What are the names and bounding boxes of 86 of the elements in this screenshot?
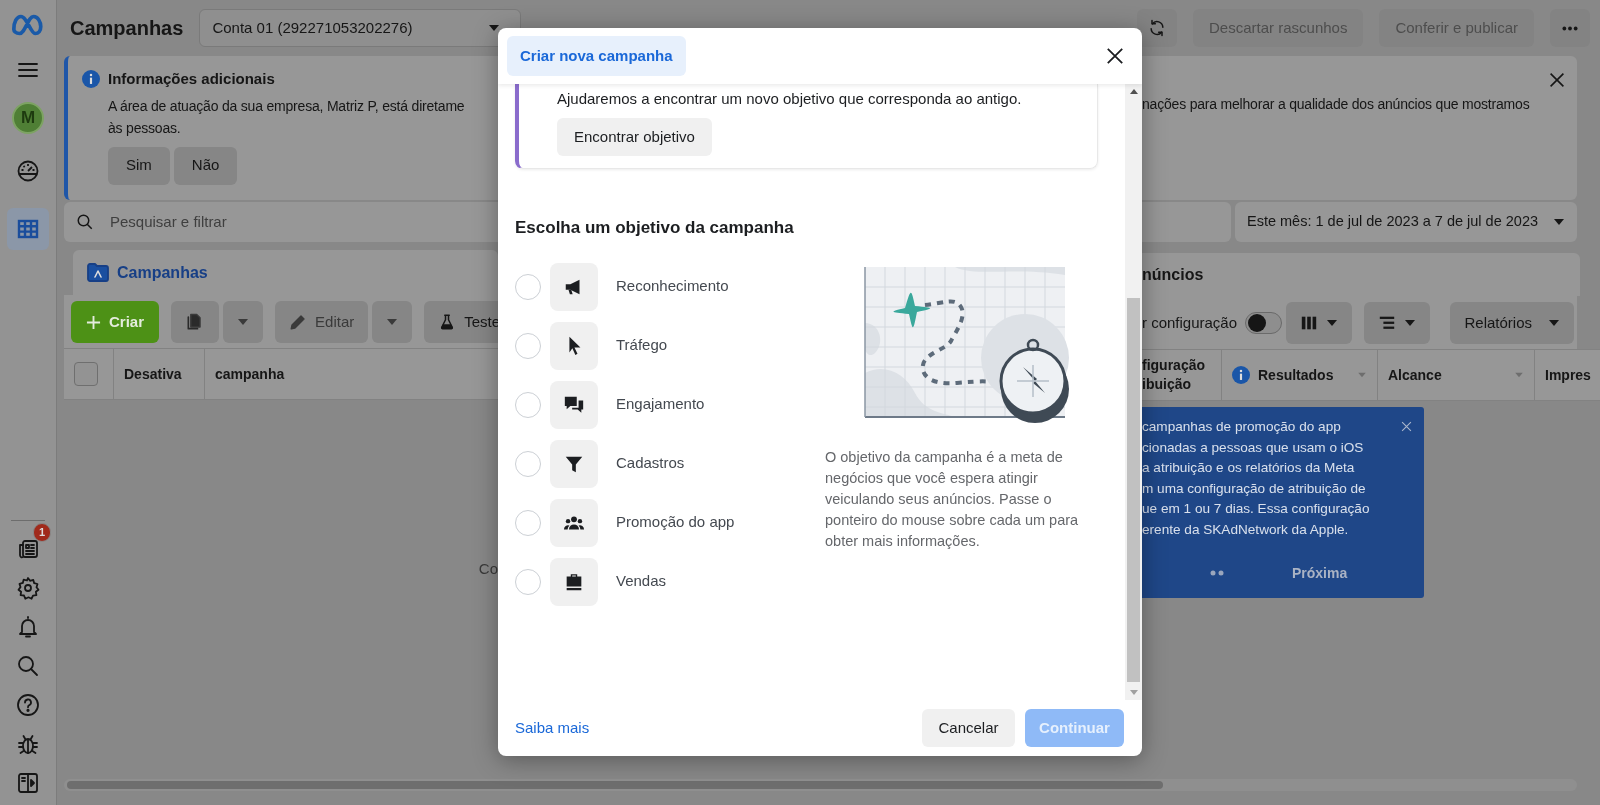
tooltip-text: campanhas de promoção do app cionadas a pessoas que usam o iOS a atribuição e os relatórios da Meta m uma configuração de atribuição de ue em 1 ou 7 dias. Essa configuração erente da SKAdNetwork da Apple. [1142,418,1370,539]
scroll-down-icon[interactable] [1129,690,1138,696]
close-icon[interactable] [1106,47,1124,65]
tab[interactable]: núncios [1142,253,1580,296]
pager-dots-icon [1210,570,1224,576]
caret-icon [488,24,501,32]
radio-button[interactable] [515,391,541,418]
more-icon [1562,25,1578,31]
search-field[interactable] [1142,202,1231,242]
columns-icon [1300,314,1319,332]
close-icon[interactable] [1549,72,1565,88]
select-all-checkbox[interactable] [74,362,98,386]
column-header[interactable]: Alcance [1388,365,1442,385]
megaphone-icon [550,262,598,311]
info-icon [82,70,100,88]
more-button[interactable] [1550,9,1590,47]
page-title: Campanhas [70,16,184,41]
folder-icon [87,263,109,282]
settings-icon[interactable] [16,575,40,600]
column-header[interactable]: Resultados [1258,365,1334,385]
radio-button[interactable] [515,332,541,359]
bell-icon[interactable] [16,614,40,639]
cursor-icon [550,321,598,370]
objective-option[interactable]: Engajamento [616,393,705,416]
dialog-title-tab[interactable]: Criar nova campanha [507,35,686,77]
search-field[interactable]: Pesquisar e filtrar [64,202,498,242]
breakdown-button[interactable] [1364,302,1431,344]
radio-button[interactable] [515,509,541,536]
plus-icon [86,314,101,330]
search-icon[interactable] [16,653,40,678]
side-panel-icon[interactable] [16,770,40,795]
empty-state-text: Co [478,559,498,579]
objective-option[interactable]: Reconhecimento [616,275,729,298]
help-icon[interactable] [16,692,40,717]
cancel-button[interactable]: Cancelar [922,709,1015,747]
objective-option[interactable]: Promoção do app [616,511,735,534]
objective-option[interactable]: Vendas [616,570,667,593]
duplicate-button[interactable] [171,301,220,343]
bag-icon [550,557,598,606]
objective-option[interactable]: Tráfego [616,334,668,357]
next-button[interactable]: Próxima [1286,561,1354,585]
section-heading: Escolha um objetivo da campanha [515,217,795,239]
banner-text: nações para melhorar a qualidade dos anúncios que mostramos [1142,95,1530,114]
create-button[interactable]: Criar [71,301,160,343]
table-icon[interactable] [7,208,49,250]
toggle-switch[interactable] [1245,312,1283,334]
banner-title: Informações adicionais [108,69,276,89]
learn-more-link[interactable]: Saiba mais [515,716,590,740]
horizontal-scrollbar[interactable] [64,779,1577,791]
caret-icon [386,318,399,326]
caret-icon [1326,319,1339,327]
radio-button[interactable] [515,273,541,300]
chat-icon [550,380,598,429]
columns-button[interactable] [1286,302,1353,344]
rows-icon [1378,314,1397,332]
tab[interactable]: Campanhas [73,250,498,295]
scroll-up-icon[interactable] [1129,88,1138,94]
setting-label: r configuração [1142,313,1238,333]
people-icon [550,498,598,547]
notification-count: 1 [32,523,51,542]
notice-text: Ajudaremos a encontrar um novo objetivo que corresponda ao antigo. [557,89,1023,109]
edit-button[interactable]: Editar [275,301,369,343]
caret-icon [1553,218,1565,226]
reports-button[interactable]: Relatórios [1450,302,1574,344]
column-header[interactable]: Impres [1545,365,1591,385]
radio-button[interactable] [515,568,541,595]
refresh-button[interactable] [1137,9,1178,47]
column-header[interactable]: figuração ibuição [1142,356,1205,394]
search-icon [76,213,94,231]
vertical-scrollbar[interactable] [1125,84,1142,700]
column-header[interactable]: campanha [205,349,498,399]
description-text: O objetivo da campanha é a meta de negócios que você espera atingir veiculando seus anúncios. Passe o ponteiro do mouse sobre cada um para obter mais informações. [825,447,1080,551]
funnel-icon [550,439,598,488]
account-dropdown[interactable]: Conta 01 (292271053202276) [199,9,522,47]
caret-icon [1548,319,1560,327]
find-objective-button[interactable]: Encontrar objetivo [557,118,712,156]
caret-icon [1404,319,1417,327]
objective-option[interactable]: Cadastros [616,452,685,475]
continue-button: Continuar [1025,709,1124,747]
banner-text: A área de atuação da sua empresa, Matriz P, está diretame às pessoas. [108,96,465,138]
column-header[interactable]: Desativa [114,349,205,399]
caret-icon [237,318,250,326]
date-range-picker[interactable]: Este mês: 1 de jul de 2023 a 7 de jul de 2023 [1235,202,1577,242]
no-button[interactable]: Não [173,146,238,185]
yes-button[interactable]: Sim [108,146,170,185]
radio-button[interactable] [515,450,541,477]
